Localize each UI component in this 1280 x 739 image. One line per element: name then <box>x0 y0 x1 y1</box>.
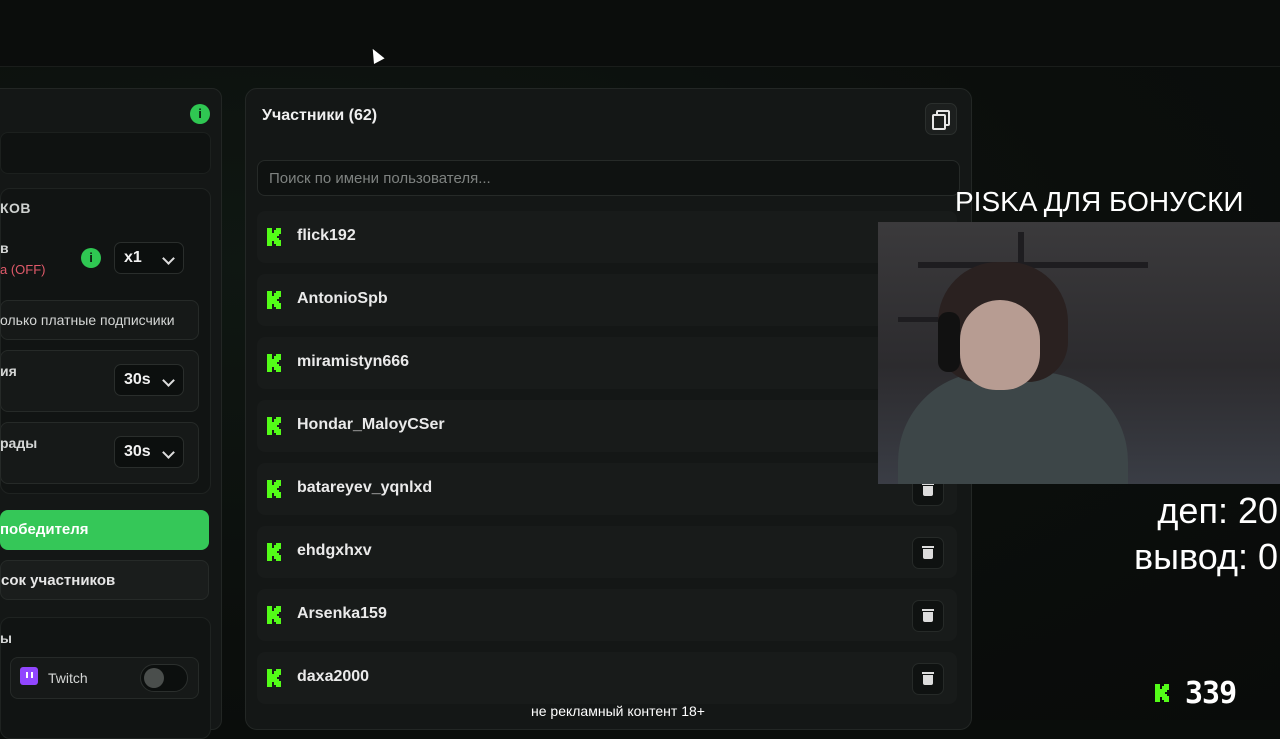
paid-only-label: олько платные подписчики <box>0 312 175 328</box>
participant-row[interactable]: ehdgxhxv <box>257 526 957 578</box>
participant-username: miramistyn666 <box>297 353 410 370</box>
trash-icon <box>922 609 934 611</box>
multiplier-value: x1 <box>124 249 142 266</box>
twitch-icon <box>20 667 38 685</box>
remove-participant-button[interactable] <box>912 600 944 632</box>
streamer-face <box>960 300 1040 390</box>
participant-row[interactable]: flick192 <box>257 211 957 263</box>
participant-username: Hondar_MaloyCSer <box>297 416 445 433</box>
participant-row[interactable]: batareyev_yqnlxd <box>257 463 957 515</box>
trash-icon <box>922 546 934 548</box>
kick-logo-icon <box>1155 684 1169 702</box>
participants-list-button[interactable]: сок участников <box>0 560 209 600</box>
trash-icon-body <box>923 675 933 685</box>
participant-username: flick192 <box>297 227 356 244</box>
kick-logo-icon <box>267 417 281 435</box>
participant-username: batareyev_yqnlxd <box>297 479 433 496</box>
webcam-overlay <box>878 222 1280 484</box>
top-bar <box>0 0 1280 67</box>
chevron-down-icon <box>162 252 175 265</box>
disclaimer-text: не рекламный контент 18+ <box>531 703 705 719</box>
timer-value: 30s <box>124 371 151 388</box>
twitch-toggle[interactable] <box>140 664 188 692</box>
participants-title: Участники (62) <box>262 107 378 124</box>
kick-logo-icon <box>267 228 281 246</box>
participant-row[interactable]: Hondar_MaloyCSer <box>257 400 957 452</box>
participant-username: AntonioSpb <box>297 290 388 307</box>
multiplier-select[interactable]: x1 <box>114 242 184 274</box>
kick-logo-icon <box>267 606 281 624</box>
kick-logo-icon <box>267 669 281 687</box>
participant-row[interactable]: miramistyn666 <box>257 337 957 389</box>
trash-icon-body <box>923 549 933 559</box>
reward-timer-label: рады <box>0 435 38 451</box>
section-heading: КОВ <box>0 200 32 216</box>
participant-username: ehdgxhxv <box>297 542 372 559</box>
trash-icon-body <box>923 612 933 622</box>
kick-logo-icon <box>267 543 281 561</box>
kick-logo-icon <box>267 291 281 309</box>
deposit-stat: деп: 20 <box>1157 490 1278 531</box>
row-status: а (OFF) <box>0 262 46 277</box>
remove-participant-button[interactable] <box>912 537 944 569</box>
withdraw-stat: вывод: 0 <box>1134 536 1278 577</box>
platforms-heading: ы <box>0 630 12 646</box>
chevron-down-icon <box>162 374 175 387</box>
info-icon[interactable]: i <box>81 248 101 268</box>
toggle-knob <box>144 668 164 688</box>
participant-row[interactable]: daxa2000 <box>257 652 957 704</box>
kick-logo-icon <box>267 480 281 498</box>
trash-icon-body <box>923 486 933 496</box>
settings-input-field[interactable] <box>0 132 211 174</box>
timer-select[interactable]: 30s <box>114 364 184 396</box>
copy-icon-front <box>932 114 946 130</box>
kick-logo-icon <box>267 354 281 372</box>
participant-row[interactable]: Arsenka159 <box>257 589 957 641</box>
chevron-down-icon <box>162 446 175 459</box>
row-label: в <box>0 240 9 256</box>
copy-button[interactable] <box>925 103 957 135</box>
pick-winner-button[interactable]: победителя <box>0 510 209 550</box>
twitch-label: Twitch <box>48 670 88 686</box>
participant-username: Arsenka159 <box>297 605 387 622</box>
timer-label: ия <box>0 363 17 379</box>
bonus-overlay-title: PISKA ДЛЯ БОНУСКИ <box>955 186 1244 217</box>
participant-search-input[interactable] <box>257 160 960 196</box>
reward-timer-value: 30s <box>124 443 151 460</box>
remove-participant-button[interactable] <box>912 663 944 695</box>
participant-row[interactable]: AntonioSpb <box>257 274 957 326</box>
viewer-count: 339 <box>1185 676 1237 711</box>
info-icon[interactable]: i <box>190 104 210 124</box>
headset <box>938 312 960 372</box>
trash-icon <box>922 672 934 674</box>
reward-timer-select[interactable]: 30s <box>114 436 184 468</box>
participant-username: daxa2000 <box>297 668 370 685</box>
